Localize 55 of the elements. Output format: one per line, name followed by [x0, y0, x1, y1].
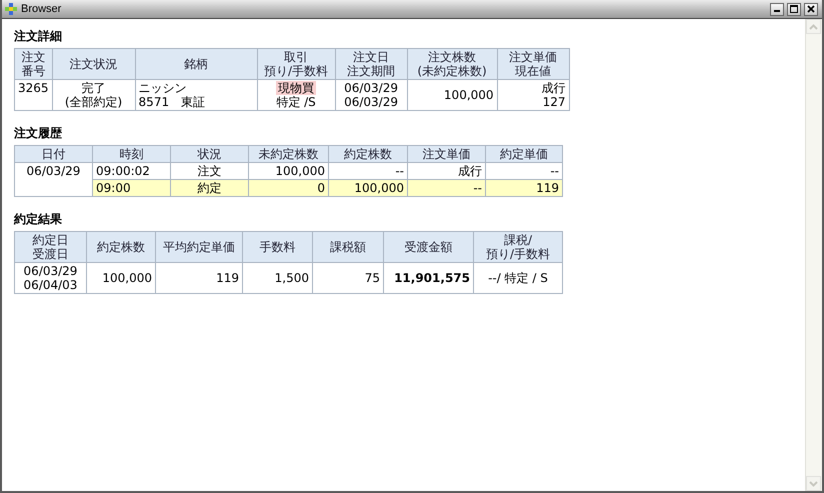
table-cell: 100,000 — [86, 262, 156, 294]
column-header: 日付 — [14, 146, 92, 162]
maximize-icon — [790, 5, 798, 13]
column-header: 約定株数 — [328, 146, 408, 162]
column-header: 注文状況 — [52, 48, 136, 80]
column-header: 約定日 受渡日 — [14, 232, 86, 262]
app-icon — [4, 2, 18, 16]
table-cell: 06/03/29 — [14, 162, 92, 180]
table-cell: 06/03/29 06/04/03 — [14, 262, 86, 294]
column-header: 注文 番号 — [14, 48, 52, 80]
column-header: 平均約定単価 — [156, 232, 242, 262]
trade-type-tag: 現物買 — [276, 81, 316, 95]
table-cell: 75 — [312, 262, 384, 294]
maximize-button[interactable] — [787, 2, 801, 16]
column-header: 未約定株数 — [248, 146, 328, 162]
table-cell: 成行 127 — [497, 80, 570, 110]
column-header: 課税額 — [312, 232, 384, 262]
table-cell: 119 — [486, 180, 562, 196]
column-header: 注文単価 — [408, 146, 486, 162]
table-cell: 0 — [248, 180, 328, 196]
table-cell: -- — [408, 180, 486, 196]
column-header: 取引 預り/手数料 — [257, 48, 336, 80]
table-cell: 3265 — [14, 80, 52, 110]
column-header: 手数料 — [242, 232, 312, 262]
close-button[interactable] — [804, 2, 818, 16]
section-title: 約定結果 — [14, 211, 62, 228]
column-header: 注文株数 (未約定株数) — [407, 48, 498, 80]
column-header: 課税/ 預り/手数料 — [474, 232, 562, 262]
table-cell: 1,500 — [242, 262, 312, 294]
table-cell: 06/03/29 06/03/29 — [335, 80, 408, 110]
column-header: 注文日 注文期間 — [335, 48, 408, 80]
table-cell: 約定 — [170, 180, 248, 196]
column-header: 時刻 — [92, 146, 170, 162]
table-cell: 11,901,575 — [384, 262, 474, 294]
column-header: 約定単価 — [486, 146, 562, 162]
close-icon — [807, 5, 815, 13]
chevron-down-icon — [809, 480, 818, 486]
column-header: 注文単価 現在値 — [497, 48, 570, 80]
table-cell: 完了 (全部約定) — [52, 80, 136, 110]
section-title: 注文履歴 — [14, 125, 62, 142]
table-cell: 119 — [156, 262, 242, 294]
section-title: 注文詳細 — [14, 28, 62, 45]
table-cell: --/ 特定 / S — [474, 262, 562, 294]
column-header: 受渡金額 — [384, 232, 474, 262]
column-header: 約定株数 — [86, 232, 156, 262]
window-title: Browser — [21, 3, 62, 15]
minimize-button[interactable] — [770, 2, 784, 16]
table-cell: 09:00 — [92, 180, 170, 196]
table-cell: 100,000 — [328, 180, 408, 196]
column-header: 銘柄 — [135, 48, 258, 80]
chevron-up-icon — [809, 24, 818, 30]
table-cell: 100,000 — [407, 80, 498, 110]
table-cell: ニッシン 8571 東証 — [135, 80, 258, 110]
column-header: 状況 — [170, 146, 248, 162]
table-cell: 特定 /S — [276, 95, 316, 109]
